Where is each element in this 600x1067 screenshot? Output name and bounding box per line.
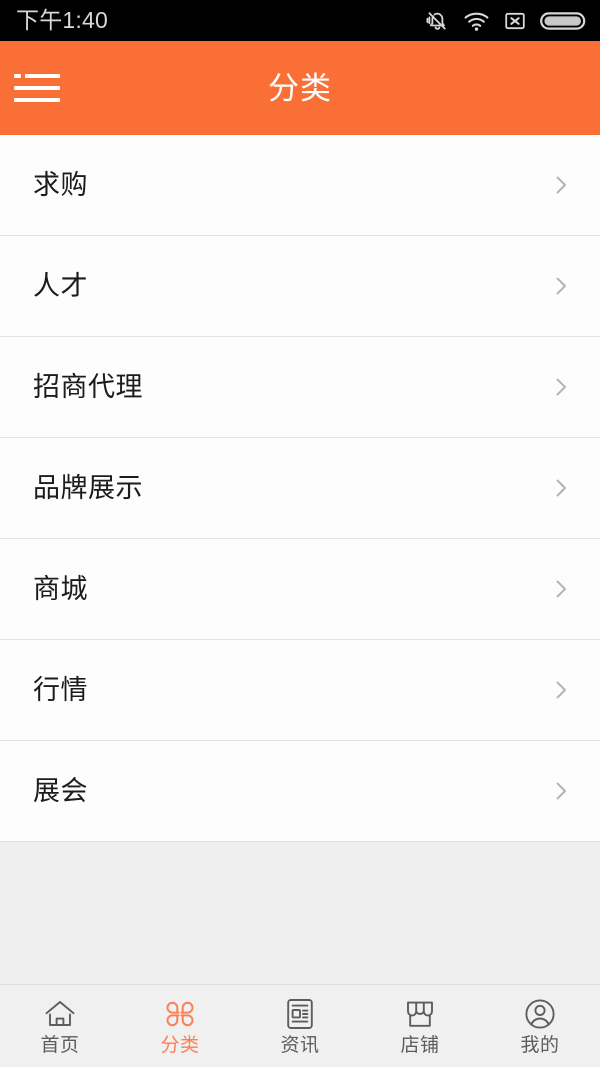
tab-user-profile[interactable]: 我的 <box>480 985 600 1067</box>
list-item-label: 招商代理 <box>33 371 143 402</box>
chevron-right-icon <box>556 782 566 800</box>
clover-grid-icon <box>163 997 197 1031</box>
list-item[interactable]: 求购 <box>0 135 600 236</box>
chevron-right-icon <box>556 277 566 295</box>
tab-clover-grid[interactable]: 分类 <box>120 985 240 1067</box>
hamburger-bar-middle <box>14 86 60 90</box>
app-header: 分类 <box>0 41 600 135</box>
status-bar-icons <box>424 8 586 34</box>
tab-storefront[interactable]: 店铺 <box>360 985 480 1067</box>
tab-label: 我的 <box>520 1035 560 1056</box>
news-document-icon <box>285 997 315 1031</box>
list-item[interactable]: 招商代理 <box>0 337 600 438</box>
status-bar-clock: 下午1:40 <box>16 7 108 33</box>
tab-label: 店铺 <box>400 1035 440 1056</box>
list-item[interactable]: 展会 <box>0 741 600 842</box>
chevron-right-icon <box>556 681 566 699</box>
tab-label: 首页 <box>40 1035 80 1056</box>
no-sim-icon <box>503 9 527 33</box>
list-item-label: 展会 <box>33 775 88 806</box>
list-item[interactable]: 人才 <box>0 236 600 337</box>
home-icon <box>43 997 77 1031</box>
bottom-tab-bar: 首页 分类 资讯 店铺 我的 <box>0 984 600 1067</box>
storefront-icon <box>403 997 437 1031</box>
wifi-icon <box>463 10 490 32</box>
list-item[interactable]: 品牌展示 <box>0 438 600 539</box>
list-item-label: 求购 <box>33 169 88 200</box>
hamburger-bar-bottom <box>14 98 60 102</box>
page-title: 分类 <box>268 70 332 106</box>
chevron-right-icon <box>556 176 566 194</box>
user-profile-icon <box>523 997 557 1031</box>
status-bar: 下午1:40 <box>0 0 600 41</box>
list-item-label: 人才 <box>33 270 88 301</box>
list-item[interactable]: 行情 <box>0 640 600 741</box>
list-item-label: 行情 <box>33 674 88 705</box>
battery-icon <box>540 9 586 33</box>
hamburger-bar-top <box>14 74 60 78</box>
tab-news-document[interactable]: 资讯 <box>240 985 360 1067</box>
list-item-label: 品牌展示 <box>33 472 143 503</box>
category-list: 求购人才招商代理品牌展示商城行情展会 <box>0 135 600 842</box>
tab-label: 资讯 <box>280 1035 320 1056</box>
chevron-right-icon <box>556 479 566 497</box>
page-content: 求购人才招商代理品牌展示商城行情展会 <box>0 135 600 984</box>
tab-label: 分类 <box>160 1035 200 1056</box>
list-item[interactable]: 商城 <box>0 539 600 640</box>
chevron-right-icon <box>556 580 566 598</box>
tab-home[interactable]: 首页 <box>0 985 120 1067</box>
hamburger-menu-icon[interactable] <box>14 71 60 105</box>
list-item-label: 商城 <box>33 573 88 604</box>
app-root: 下午1:40 分类 求购 人才 招商代理 品牌展示 商城 行情 展会 首页 分类… <box>0 0 600 1067</box>
bell-muted-icon <box>424 8 450 34</box>
chevron-right-icon <box>556 378 566 396</box>
